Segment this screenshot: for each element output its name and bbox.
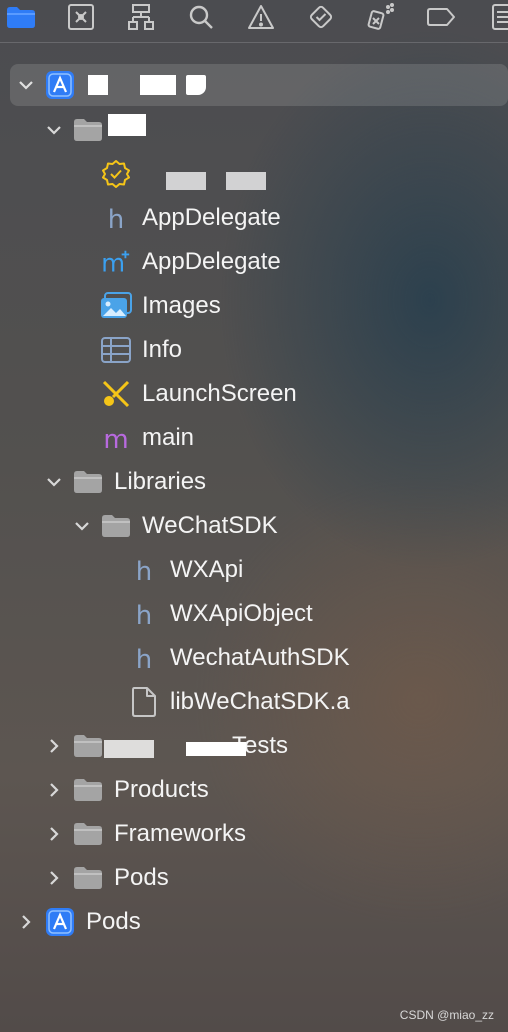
- tree-label: Libraries: [114, 468, 207, 495]
- tree-row-libraries[interactable]: Libraries: [0, 460, 508, 504]
- folder-icon: [72, 114, 104, 146]
- issue-warning-icon[interactable]: [246, 2, 276, 32]
- tree-row-wechatauthsdk[interactable]: h WechatAuthSDK: [0, 636, 508, 680]
- tree-label: WXApiObject: [170, 600, 313, 627]
- tree-label: AppDelegate: [142, 204, 281, 231]
- header-file-icon: h: [100, 202, 132, 234]
- tree-row-app-folder[interactable]: [0, 108, 508, 152]
- tree-row-pods-project[interactable]: Pods: [0, 900, 508, 944]
- tree-row-project-root[interactable]: [10, 64, 508, 106]
- tree-label: AppDelegate: [142, 248, 281, 275]
- tree-row-pods-folder[interactable]: Pods: [0, 856, 508, 900]
- tree-label: Pods: [114, 864, 169, 891]
- objc-implementation-icon: m: [100, 422, 132, 454]
- svg-text:h: h: [136, 557, 152, 585]
- tree-row-libwechatsdk[interactable]: libWeChatSDK.a: [0, 680, 508, 724]
- property-list-icon: [100, 334, 132, 366]
- report-list-icon[interactable]: [484, 2, 508, 32]
- chevron-right-icon[interactable]: [46, 870, 62, 886]
- tree-row-wxapi[interactable]: h WXApi: [0, 548, 508, 592]
- tree-row-tests[interactable]: Tests: [0, 724, 508, 768]
- breakpoint-tag-icon[interactable]: [426, 2, 456, 32]
- asset-catalog-icon: [100, 290, 132, 322]
- chevron-down-icon[interactable]: [46, 122, 62, 138]
- toolbar-divider: [0, 42, 508, 43]
- redaction-block: [88, 75, 108, 95]
- navigator-toolbar: [0, 0, 508, 38]
- tree-row-frameworks[interactable]: Frameworks: [0, 812, 508, 856]
- tree-label: Info: [142, 336, 183, 363]
- svg-text:h: h: [108, 205, 124, 233]
- tree-label: LaunchScreen: [142, 380, 297, 407]
- folder-icon: [72, 774, 104, 806]
- folder-icon: [72, 466, 104, 498]
- redaction-block: [226, 172, 266, 190]
- folder-icon[interactable]: [6, 2, 36, 32]
- tree-label: main: [142, 424, 195, 451]
- redaction-block: [166, 172, 206, 190]
- header-file-icon: h: [128, 598, 160, 630]
- tree-row-appdelegate-m[interactable]: m AppDelegate: [0, 240, 508, 284]
- svg-text:m: m: [101, 248, 125, 277]
- objc-implementation-icon: m: [100, 246, 132, 278]
- debug-spray-icon[interactable]: [366, 2, 396, 32]
- chevron-right-icon[interactable]: [46, 782, 62, 798]
- tree-row-entitlements[interactable]: [0, 152, 508, 196]
- header-file-icon: h: [128, 554, 160, 586]
- watermark-text: CSDN @miao_zz: [399, 1008, 494, 1022]
- chevron-right-icon[interactable]: [46, 738, 62, 754]
- svg-text:m: m: [103, 425, 128, 453]
- redaction-block: [186, 742, 246, 756]
- chevron-right-icon[interactable]: [46, 826, 62, 842]
- tree-row-wxapiobject[interactable]: h WXApiObject: [0, 592, 508, 636]
- svg-text:h: h: [136, 601, 152, 629]
- tree-label: WeChatSDK: [142, 512, 278, 539]
- test-diamond-icon[interactable]: [306, 2, 336, 32]
- folder-icon: [100, 510, 132, 542]
- source-control-icon[interactable]: [66, 2, 96, 32]
- xcode-project-icon: [44, 906, 76, 938]
- tree-row-products[interactable]: Products: [0, 768, 508, 812]
- document-file-icon: [128, 686, 160, 718]
- header-file-icon: h: [128, 642, 160, 674]
- hierarchy-icon[interactable]: [126, 2, 156, 32]
- tree-row-appdelegate-h[interactable]: h AppDelegate: [0, 196, 508, 240]
- redaction-block: [140, 75, 176, 95]
- tree-label: Images: [142, 292, 221, 319]
- entitlements-badge-icon: [100, 158, 132, 190]
- tree-label: WXApi: [170, 556, 244, 583]
- redaction-block: [104, 740, 154, 758]
- chevron-down-icon[interactable]: [74, 518, 90, 534]
- chevron-down-icon[interactable]: [18, 77, 34, 93]
- folder-icon: [72, 818, 104, 850]
- tree-label: libWeChatSDK.a: [170, 688, 350, 715]
- tree-label: Products: [114, 776, 209, 803]
- tree-row-launchscreen[interactable]: LaunchScreen: [0, 372, 508, 416]
- redaction-block: [108, 114, 146, 136]
- folder-icon: [72, 862, 104, 894]
- tree-label: Frameworks: [114, 820, 247, 847]
- tree-row-info[interactable]: Info: [0, 328, 508, 372]
- tree-row-main[interactable]: m main: [0, 416, 508, 460]
- xcode-project-icon: [44, 69, 76, 101]
- redaction-block: [186, 75, 206, 95]
- tree-label: Pods: [86, 908, 141, 935]
- tree-label: WechatAuthSDK: [170, 644, 350, 671]
- svg-text:h: h: [136, 645, 152, 673]
- tree-row-images[interactable]: Images: [0, 284, 508, 328]
- search-icon[interactable]: [186, 2, 216, 32]
- storyboard-icon: [100, 378, 132, 410]
- folder-icon: [72, 730, 104, 762]
- chevron-right-icon[interactable]: [18, 914, 34, 930]
- tree-row-wechatsdk[interactable]: WeChatSDK: [0, 504, 508, 548]
- chevron-down-icon[interactable]: [46, 474, 62, 490]
